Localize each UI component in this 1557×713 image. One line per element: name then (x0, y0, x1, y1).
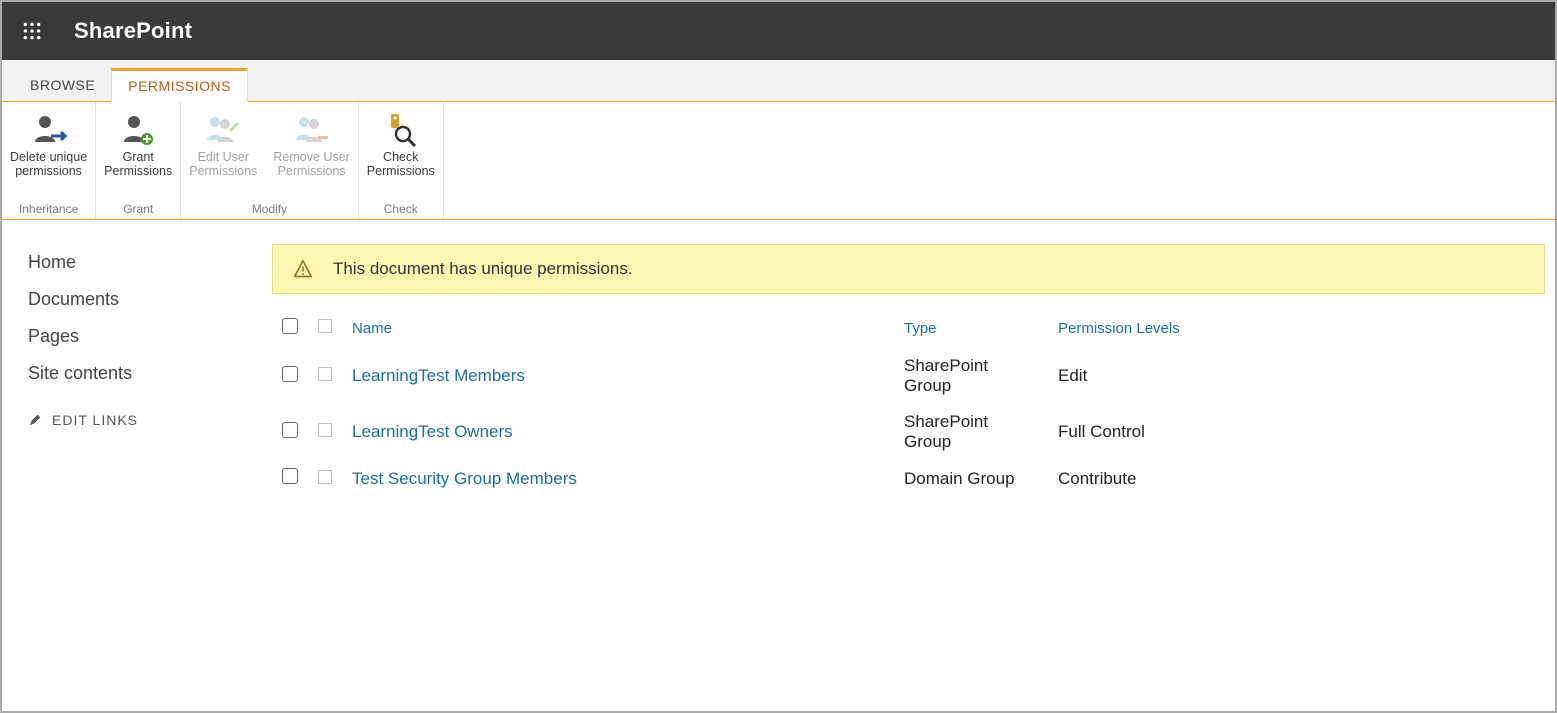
ribbon-group-title: Grant (96, 199, 180, 219)
grant-permissions-button[interactable]: Grant Permissions (96, 108, 180, 178)
row-checkbox[interactable] (282, 468, 298, 484)
suite-bar: SharePoint (2, 2, 1555, 60)
key-search-icon (383, 112, 419, 148)
nav-documents[interactable]: Documents (28, 281, 262, 318)
ribbon-label: Check Permissions (367, 150, 435, 178)
notice-text: This document has unique permissions. (333, 259, 633, 279)
pencil-icon (28, 413, 42, 427)
col-header-type[interactable]: Type (894, 310, 1048, 348)
col-header-level[interactable]: Permission Levels (1048, 310, 1494, 348)
edit-user-permissions-button[interactable]: Edit User Permissions (181, 108, 265, 178)
tab-permissions[interactable]: PERMISSIONS (111, 68, 248, 102)
tab-browse[interactable]: BROWSE (14, 67, 111, 101)
ribbon-group-grant: Grant Permissions Grant (96, 102, 181, 219)
row-grabber-icon (318, 367, 332, 381)
ribbon-label: Grant Permissions (104, 150, 172, 178)
permission-level: Contribute (1048, 460, 1494, 497)
nav-site-contents[interactable]: Site contents (28, 355, 262, 392)
user-plus-icon (120, 112, 156, 148)
nav-home[interactable]: Home (28, 244, 262, 281)
notice-bar: This document has unique permissions. (272, 244, 1545, 294)
user-edit-icon (205, 112, 241, 148)
header-grabber-icon (318, 319, 332, 333)
principal-link[interactable]: LearningTest Members (352, 366, 525, 385)
permissions-table: Name Type Permission Levels LearningTest… (272, 310, 1494, 497)
edit-links-button[interactable]: EDIT LINKS (28, 392, 262, 428)
ribbon-label: Delete unique permissions (10, 150, 87, 178)
table-row: LearningTest Owners SharePoint Group Ful… (272, 404, 1494, 460)
delete-unique-permissions-button[interactable]: Delete unique permissions (2, 108, 95, 178)
check-permissions-button[interactable]: Check Permissions (359, 108, 443, 178)
ribbon-group-title: Check (359, 199, 443, 219)
warning-icon (293, 259, 313, 279)
table-row: Test Security Group Members Domain Group… (272, 460, 1494, 497)
ribbon-group-modify: Edit User Permissions Remove User Permis… (181, 102, 359, 219)
ribbon-group-title: Inheritance (2, 199, 95, 219)
app-launcher-button[interactable] (10, 9, 54, 53)
row-grabber-icon (318, 423, 332, 437)
user-remove-icon (294, 112, 330, 148)
edit-links-label: EDIT LINKS (52, 412, 138, 428)
ribbon-label: Remove User Permissions (273, 150, 349, 178)
permission-level: Full Control (1048, 404, 1494, 460)
principal-type: SharePoint Group (894, 404, 1048, 460)
row-grabber-icon (318, 470, 332, 484)
table-row: LearningTest Members SharePoint Group Ed… (272, 348, 1494, 404)
ribbon-label: Edit User Permissions (189, 150, 257, 178)
principal-type: Domain Group (894, 460, 1048, 497)
user-break-icon (31, 112, 67, 148)
content-area: This document has unique permissions. Na… (272, 220, 1555, 507)
principal-link[interactable]: Test Security Group Members (352, 469, 577, 488)
tab-row: BROWSE PERMISSIONS (2, 60, 1555, 102)
select-all-checkbox[interactable] (282, 318, 298, 334)
row-checkbox[interactable] (282, 422, 298, 438)
ribbon: Delete unique permissions Inheritance Gr… (2, 102, 1555, 220)
waffle-icon (22, 21, 42, 41)
col-header-name[interactable]: Name (342, 310, 894, 348)
ribbon-group-inheritance: Delete unique permissions Inheritance (2, 102, 96, 219)
brand-title[interactable]: SharePoint (74, 18, 192, 44)
left-nav: Home Documents Pages Site contents EDIT … (2, 220, 272, 507)
principal-type: SharePoint Group (894, 348, 1048, 404)
remove-user-permissions-button[interactable]: Remove User Permissions (265, 108, 357, 178)
nav-pages[interactable]: Pages (28, 318, 262, 355)
row-checkbox[interactable] (282, 366, 298, 382)
permission-level: Edit (1048, 348, 1494, 404)
principal-link[interactable]: LearningTest Owners (352, 422, 513, 441)
ribbon-group-check: Check Permissions Check (359, 102, 444, 219)
ribbon-group-title: Modify (181, 199, 358, 219)
